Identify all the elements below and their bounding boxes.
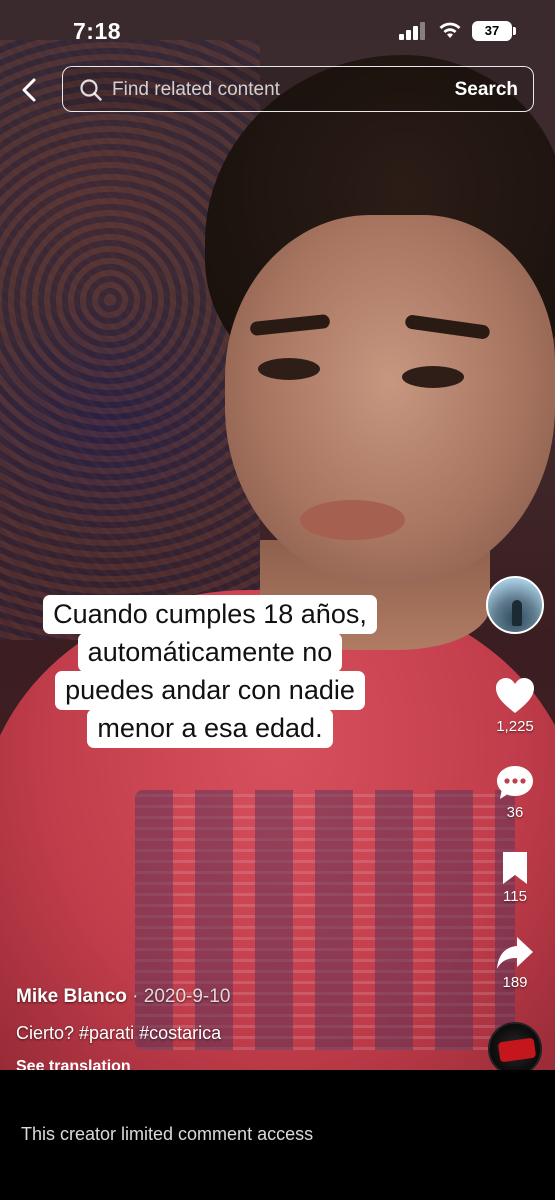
status-time: 7:18 — [73, 18, 122, 44]
like-count: 1,225 — [496, 718, 534, 735]
caption-line: puedes andar con nadie — [55, 671, 365, 710]
avatar-figure — [512, 600, 522, 626]
author-line: Mike Blanco · 2020-9-10 — [16, 986, 230, 1008]
search-bar[interactable]: Find related content Search — [62, 66, 534, 112]
comment-count: 36 — [506, 804, 524, 821]
left-eye — [258, 358, 320, 380]
cellular-signal-icon — [399, 22, 427, 40]
share-button[interactable]: 189 — [485, 934, 545, 991]
search-icon — [80, 79, 102, 101]
share-count: 189 — [502, 974, 528, 991]
battery-nub — [513, 27, 516, 35]
video-player[interactable] — [0, 0, 555, 1070]
comment-panel: This creator limited comment access — [0, 1070, 555, 1200]
caption-line: automáticamente no — [77, 633, 343, 672]
chevron-left-icon — [22, 78, 36, 102]
save-count: 115 — [503, 888, 527, 905]
comment-limited-notice: This creator limited comment access — [21, 1124, 314, 1144]
post-date: 2020-9-10 — [143, 986, 231, 1007]
caption-sticker: Cuando cumples 18 años, automáticamente … — [10, 595, 410, 748]
background-tapestry — [0, 40, 260, 640]
right-eye — [402, 366, 464, 388]
comment-icon — [497, 766, 533, 799]
bookmark-icon — [503, 852, 527, 884]
post-description[interactable]: Cierto? #parati #costarica — [16, 1023, 221, 1044]
music-disc[interactable] — [488, 1022, 542, 1076]
like-button[interactable]: 1,225 — [485, 676, 545, 735]
caption-line: Cuando cumples 18 años, — [43, 595, 377, 634]
save-button[interactable]: 115 — [485, 850, 545, 905]
creator-avatar[interactable] — [486, 576, 544, 634]
author-name[interactable]: Mike Blanco — [16, 986, 127, 1007]
comment-button[interactable]: 36 — [485, 764, 545, 821]
heart-icon — [496, 678, 534, 713]
wifi-icon — [439, 22, 461, 38]
music-disc-logo — [497, 1037, 537, 1063]
share-arrow-icon — [497, 937, 533, 969]
caption-line: menor a esa edad. — [87, 709, 333, 748]
battery-icon: 37 — [472, 21, 512, 41]
search-input[interactable]: Find related content — [112, 79, 280, 101]
search-button[interactable]: Search — [455, 79, 518, 101]
lips — [300, 500, 405, 540]
status-bar: 7:18 37 — [0, 0, 555, 48]
back-button[interactable] — [12, 70, 48, 110]
shirt-print — [135, 790, 515, 1050]
author-separator: · — [132, 986, 139, 1007]
